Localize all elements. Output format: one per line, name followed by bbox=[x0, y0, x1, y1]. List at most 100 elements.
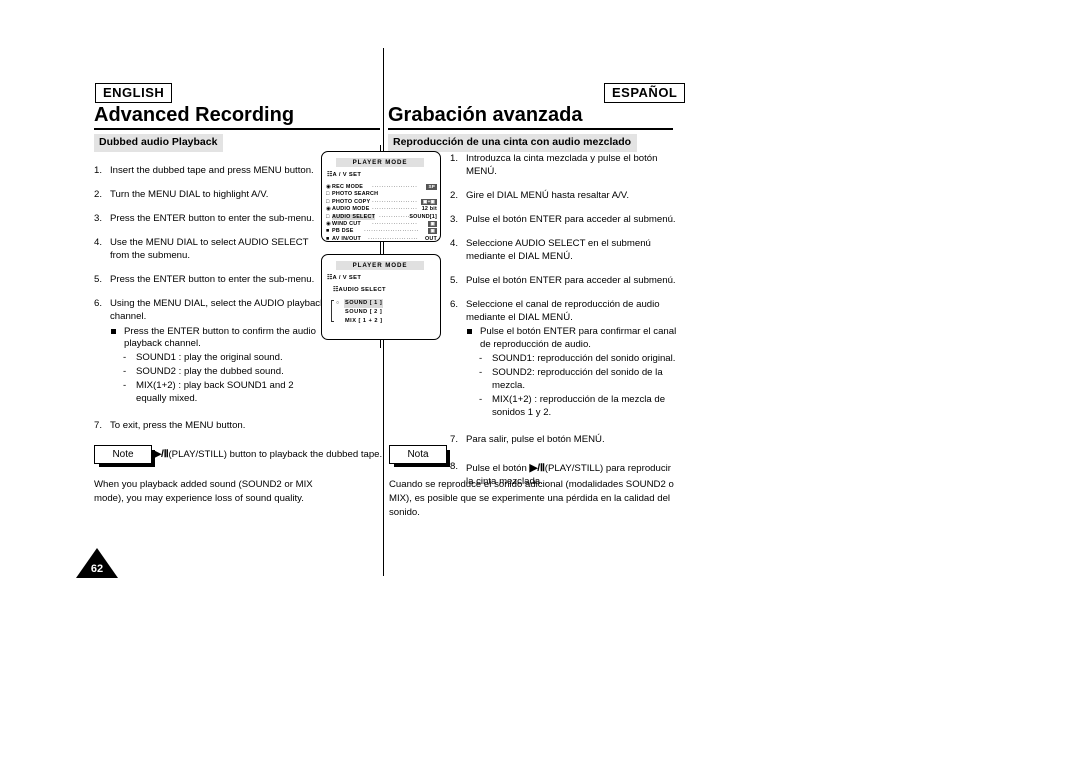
lcd-title: PLAYER MODE bbox=[336, 261, 424, 271]
section-heading-english: Dubbed audio Playback bbox=[94, 134, 224, 152]
step-text: Seleccione el canal de reproducción de a… bbox=[466, 298, 660, 323]
step-text: Introduzca la cinta mezclada y pulse el … bbox=[466, 153, 658, 177]
section-heading-spanish: Reproducción de una cinta con audio mezc… bbox=[388, 134, 638, 152]
step-text: Pulse el botón ENTER para acceder al sub… bbox=[466, 274, 676, 286]
menu-row-label: PB DSE bbox=[332, 228, 354, 235]
step-item: 4. Use the MENU DIAL to select AUDIO SEL… bbox=[94, 237, 326, 263]
dash-text: SOUND2: reproducción del sonido de la me… bbox=[492, 367, 663, 392]
menu-row-dots: ·············· bbox=[379, 213, 412, 220]
language-badge-english: ENGLISH bbox=[95, 83, 173, 103]
square-bullet-icon bbox=[467, 329, 472, 335]
step-number: 4. bbox=[94, 236, 103, 248]
manual-page: ENGLISH Advanced Recording Dubbed audio … bbox=[0, 0, 1080, 763]
dash-text: MIX(1+2) : reproducción de la mezcla de … bbox=[492, 394, 666, 419]
menu-row[interactable]: □ PHOTO SEARCH bbox=[326, 191, 438, 198]
dash-marker: - bbox=[479, 353, 483, 365]
step-number: 1. bbox=[450, 153, 459, 164]
menu-row-label: AUDIO MODE bbox=[332, 206, 370, 213]
sub-bullet-text: Pulse el botón ENTER para confirmar el c… bbox=[480, 326, 677, 351]
step-text: Press the ENTER button to enter the sub-… bbox=[110, 273, 315, 285]
lcd-screen-player-mode-av-set: PLAYER MODE ☷A / V SET ◉REC MODE ·······… bbox=[321, 151, 441, 242]
step-text: Use the MENU DIAL to select AUDIO SELECT… bbox=[110, 236, 309, 261]
chapter-title-spanish: Grabación avanzada bbox=[388, 104, 583, 126]
step-number: 1. bbox=[94, 165, 103, 176]
step-number: 7. bbox=[94, 420, 103, 432]
menu-row-value: OUT bbox=[425, 235, 437, 242]
option-label: MIX [ 1 + 2 ] bbox=[345, 318, 383, 324]
page-number: 62 bbox=[90, 563, 104, 575]
title-rule-english bbox=[94, 128, 380, 130]
lcd-screen-audio-select-submenu: PLAYER MODE ☷A / V SET ☷AUDIO SELECT ○ S… bbox=[321, 254, 441, 340]
menu-row-value: SOUND[1] bbox=[409, 213, 437, 220]
lcd-subtitle: ☷A / V SET bbox=[327, 275, 362, 281]
step-text: Press the ENTER button to enter the sub-… bbox=[110, 212, 315, 224]
note-label-english: Note bbox=[94, 445, 155, 467]
step-item: 4. Seleccione AUDIO SELECT en el submenú… bbox=[450, 238, 678, 264]
language-badge-spanish: ESPAÑOL bbox=[604, 83, 686, 103]
menu-row-dots: ··························· bbox=[368, 235, 418, 242]
step-number: 2. bbox=[450, 189, 459, 201]
step-number: 2. bbox=[94, 188, 103, 200]
dash-text: SOUND2 : play the dubbed sound. bbox=[136, 366, 284, 378]
step-number: 6. bbox=[94, 297, 103, 309]
lcd-menu-rows: ◉REC MODE ···························· S… bbox=[326, 184, 438, 243]
square-bullet-icon bbox=[111, 328, 116, 334]
option-mix[interactable]: MIX [ 1 + 2 ] bbox=[336, 317, 383, 326]
step-text: To exit, press the MENU button. bbox=[110, 420, 246, 432]
menu-row-dots: ························· bbox=[372, 198, 418, 205]
menu-row-label: PHOTO SEARCH bbox=[332, 191, 379, 198]
lcd-subtitle: ☷A / V SET bbox=[327, 172, 362, 178]
option-label: SOUND [ 1 ] bbox=[344, 299, 384, 308]
option-group-brace bbox=[331, 300, 334, 322]
step-text: Turn the MENU DIAL to highlight A/V. bbox=[110, 188, 269, 200]
menu-row[interactable]: ◉AUDIO MODE ························· 12… bbox=[326, 206, 438, 213]
menu-row[interactable]: ◉REC MODE ···························· S… bbox=[326, 184, 438, 191]
instruction-list-english: 1. Insert the dubbed tape and press MENU… bbox=[94, 165, 382, 473]
menu-row-dots: ····························· bbox=[364, 228, 418, 235]
step-text: Gire el DIAL MENÚ hasta resaltar A/V. bbox=[466, 189, 629, 201]
dash-text: MIX(1+2) : play back SOUND1 and 2 equall… bbox=[136, 380, 294, 405]
menu-row-audio-select[interactable]: □ AUDIO SELECT ·············· SOUND[1] bbox=[326, 213, 438, 221]
step-sub-bullet: Press the ENTER button to confirm the au… bbox=[110, 326, 326, 352]
sub-bullet-text: Press the ENTER button to confirm the au… bbox=[124, 325, 316, 350]
step-item: 2. Gire el DIAL MENÚ hasta resaltar A/V. bbox=[450, 190, 678, 203]
menu-row[interactable]: □PHOTO COPY ························· ▣+… bbox=[326, 198, 438, 206]
option-label: SOUND [ 2 ] bbox=[345, 309, 383, 315]
step-number: 4. bbox=[450, 237, 459, 249]
selected-marker-icon: ○ bbox=[336, 300, 340, 306]
step-text: Using the MENU DIAL, select the AUDIO pl… bbox=[110, 297, 325, 322]
lcd-title: PLAYER MODE bbox=[336, 158, 424, 168]
dash-text: SOUND1: reproducción del sonido original… bbox=[492, 353, 676, 365]
step-dash-item: - SOUND1: reproducción del sonido origin… bbox=[466, 353, 678, 366]
step-dash-item: - SOUND1 : play the original sound. bbox=[110, 352, 326, 365]
menu-row-label: WIND CUT bbox=[332, 220, 361, 227]
lcd-submenu-title: ☷AUDIO SELECT bbox=[333, 287, 386, 293]
chapter-title-english: Advanced Recording bbox=[94, 104, 295, 126]
menu-row-dots: ························· bbox=[372, 220, 418, 227]
dash-marker: - bbox=[479, 367, 483, 379]
dash-marker: - bbox=[123, 380, 127, 392]
step-number: 6. bbox=[450, 298, 459, 310]
menu-row[interactable]: ◉WIND CUT ························· ▣ bbox=[326, 220, 438, 228]
option-sound1[interactable]: ○ SOUND [ 1 ] bbox=[336, 299, 384, 308]
step-number: 5. bbox=[450, 274, 459, 286]
step-text: Seleccione AUDIO SELECT en el submenú me… bbox=[466, 237, 651, 262]
step-item: 3. Pulse el botón ENTER para acceder al … bbox=[450, 214, 678, 227]
menu-row-value: 12 bit bbox=[421, 206, 437, 213]
menu-row-label: AV IN/OUT bbox=[332, 235, 362, 242]
step-item: 3. Press the ENTER button to enter the s… bbox=[94, 213, 326, 226]
menu-row[interactable]: ■PB DSE ····························· ▣ bbox=[326, 228, 438, 235]
dash-marker: - bbox=[479, 394, 483, 406]
step-dash-item: - MIX(1+2) : reproducción de la mezcla d… bbox=[466, 394, 678, 420]
lcd-connector-line bbox=[380, 242, 381, 254]
step-item: 5. Press the ENTER button to enter the s… bbox=[94, 274, 326, 287]
step-item: 2. Turn the MENU DIAL to highlight A/V. bbox=[94, 189, 326, 202]
dash-marker: - bbox=[123, 352, 127, 364]
menu-row-label: PHOTO COPY bbox=[332, 198, 371, 205]
step-dash-item: - SOUND2: reproducción del sonido de la … bbox=[466, 367, 678, 393]
step-item: 1. Insert the dubbed tape and press MENU… bbox=[94, 165, 326, 178]
menu-row-label: REC MODE bbox=[332, 184, 364, 190]
note-box-spanish: Nota Cuando se reproduce el sonido adici… bbox=[389, 444, 677, 520]
option-sound2[interactable]: SOUND [ 2 ] bbox=[336, 308, 383, 317]
menu-row[interactable]: ■AV IN/OUT ··························· O… bbox=[326, 236, 438, 243]
